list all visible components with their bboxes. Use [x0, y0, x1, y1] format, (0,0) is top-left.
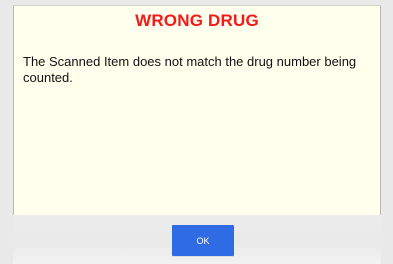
dialog-footer: OK	[13, 215, 381, 264]
wrong-drug-dialog: WRONG DRUG The Scanned Item does not mat…	[13, 5, 381, 215]
dialog-title: WRONG DRUG	[135, 11, 259, 30]
dialog-message: The Scanned Item does not match the drug…	[23, 54, 357, 85]
ok-button[interactable]: OK	[172, 225, 234, 256]
